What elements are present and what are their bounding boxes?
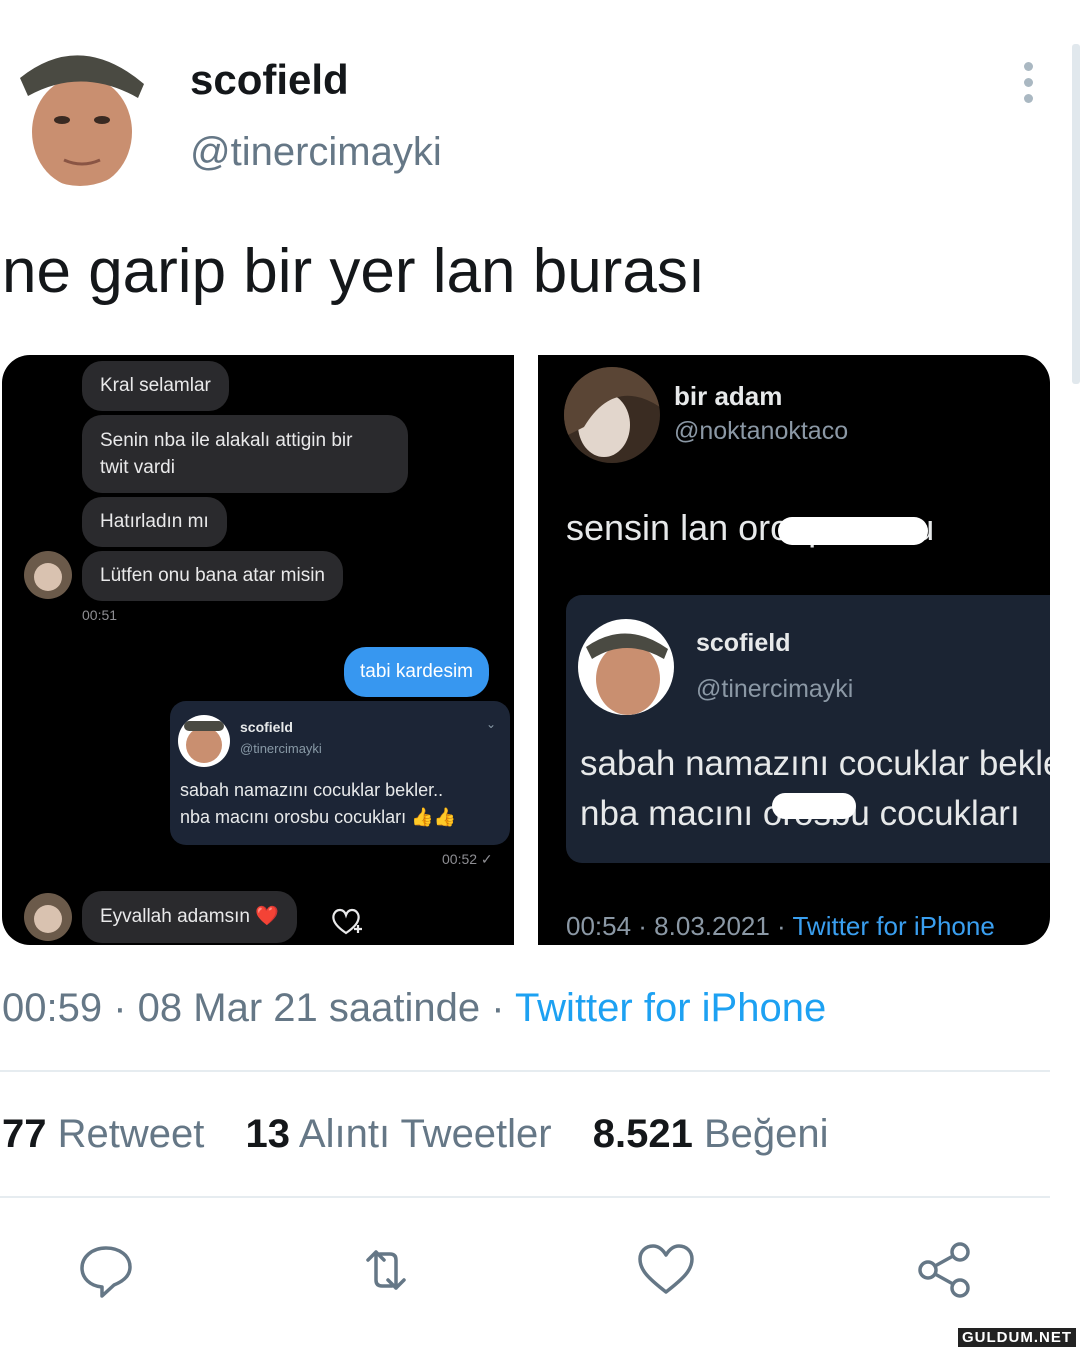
censor-scribble (778, 517, 928, 545)
quote-number: 13 (245, 1112, 291, 1156)
author-avatar[interactable] (10, 36, 150, 186)
dm-message-line: twit vardi (100, 457, 175, 478)
author-name[interactable]: scofield (190, 56, 349, 104)
quoted-handle: @tinercimayki (696, 675, 854, 703)
dm-message: Hatırladın mı (82, 497, 227, 547)
quoted-avatar (578, 619, 674, 715)
sender-avatar (24, 551, 72, 599)
tweet-text: ne garip bir yer lan burası (2, 237, 706, 306)
sender-avatar (24, 893, 72, 941)
watermark-logo: GULDUM.NET (958, 1328, 1076, 1347)
chevron-down-icon: ⌄ (485, 717, 496, 731)
heart-add-icon[interactable] (330, 907, 364, 942)
retweet-label: Retweet (57, 1112, 205, 1156)
quote-count[interactable]: 13 Alıntı Tweetler (246, 1112, 552, 1156)
like-number: 8.521 (592, 1112, 693, 1156)
quote-label: Alıntı Tweetler (298, 1112, 552, 1156)
tweet-time: 00:59 (2, 986, 103, 1030)
quoted-text-line: sabah namazını cocuklar bekler.. (580, 744, 1050, 783)
dm-message: Kral selamlar (82, 361, 229, 411)
divider (0, 1070, 1050, 1072)
separator: · (480, 986, 515, 1030)
dm-message-line: Senin nba ile alakalı attigin bir (100, 430, 353, 451)
separator: · (102, 986, 138, 1030)
dm-timestamp: 00:51 (82, 607, 118, 623)
reply-timestamp: 00:54 · 8.03.2021 · (566, 911, 793, 941)
shared-text-line: sabah namazını cocuklar bekler.. (180, 780, 444, 800)
tweet-date: 08 Mar 21 saatinde (137, 986, 481, 1030)
dm-message: Senin nba ile alakalı attigin bir twit v… (82, 415, 408, 493)
author-handle[interactable]: @tinercimayki (190, 130, 442, 175)
retweet-number: 77 (2, 1112, 47, 1156)
like-icon[interactable] (636, 1240, 696, 1300)
shared-avatar (178, 715, 230, 767)
dm-reply: tabi kardesim (344, 647, 489, 697)
reply-icon[interactable] (76, 1240, 136, 1300)
media-image-dm[interactable]: Kral selamlar Senin nba ile alakalı atti… (2, 355, 514, 945)
dm-timestamp: 00:52 ✓ (442, 851, 493, 867)
dm-message: Lütfen onu bana atar misin (82, 551, 343, 601)
share-icon[interactable] (914, 1240, 974, 1300)
reply-source-link: Twitter for iPhone (792, 911, 995, 941)
tweet-meta: 00:59 · 08 Mar 21 saatinde · Twitter for… (2, 986, 826, 1031)
source-link[interactable]: Twitter for iPhone (515, 986, 826, 1030)
like-count[interactable]: 8.521 Beğeni (593, 1112, 829, 1156)
more-options-icon[interactable] (1018, 62, 1038, 106)
quoted-text: sabah namazını cocuklar bekler.. nba mac… (580, 739, 1050, 839)
like-label: Beğeni (703, 1112, 829, 1156)
quoted-name: scofield (696, 629, 791, 657)
dm-message: Eyvallah adamsın ❤️ (82, 891, 297, 943)
reply-author-name: bir adam (674, 381, 783, 411)
reply-author-handle: @noktanoktaco (674, 417, 849, 445)
shared-name: scofield (240, 719, 293, 735)
reply-meta: 00:54 · 8.03.2021 · Twitter for iPhone (566, 911, 995, 942)
divider (0, 1196, 1050, 1198)
retweet-icon[interactable] (356, 1240, 416, 1300)
shared-text-line: nba macını orosbu cocukları 👍👍 (180, 807, 456, 827)
retweet-count[interactable]: 77 Retweet (2, 1112, 204, 1156)
shared-handle: @tinercimayki (240, 741, 322, 756)
censor-scribble (772, 793, 856, 819)
reply-author-avatar (564, 367, 660, 463)
scrollbar[interactable] (1072, 44, 1080, 384)
shared-text: sabah namazını cocuklar bekler.. nba mac… (180, 777, 510, 831)
shared-tweet-card[interactable]: scofield @tinercimayki ⌄ sabah namazını … (170, 701, 510, 845)
engagement-stats: 77 Retweet 13 Alıntı Tweetler 8.521 Beğe… (2, 1112, 859, 1157)
media-image-reply[interactable]: bir adam @noktanoktaco sensin lan orospu… (538, 355, 1050, 945)
quoted-tweet-card[interactable]: scofield @tinercimayki sabah namazını co… (566, 595, 1050, 863)
